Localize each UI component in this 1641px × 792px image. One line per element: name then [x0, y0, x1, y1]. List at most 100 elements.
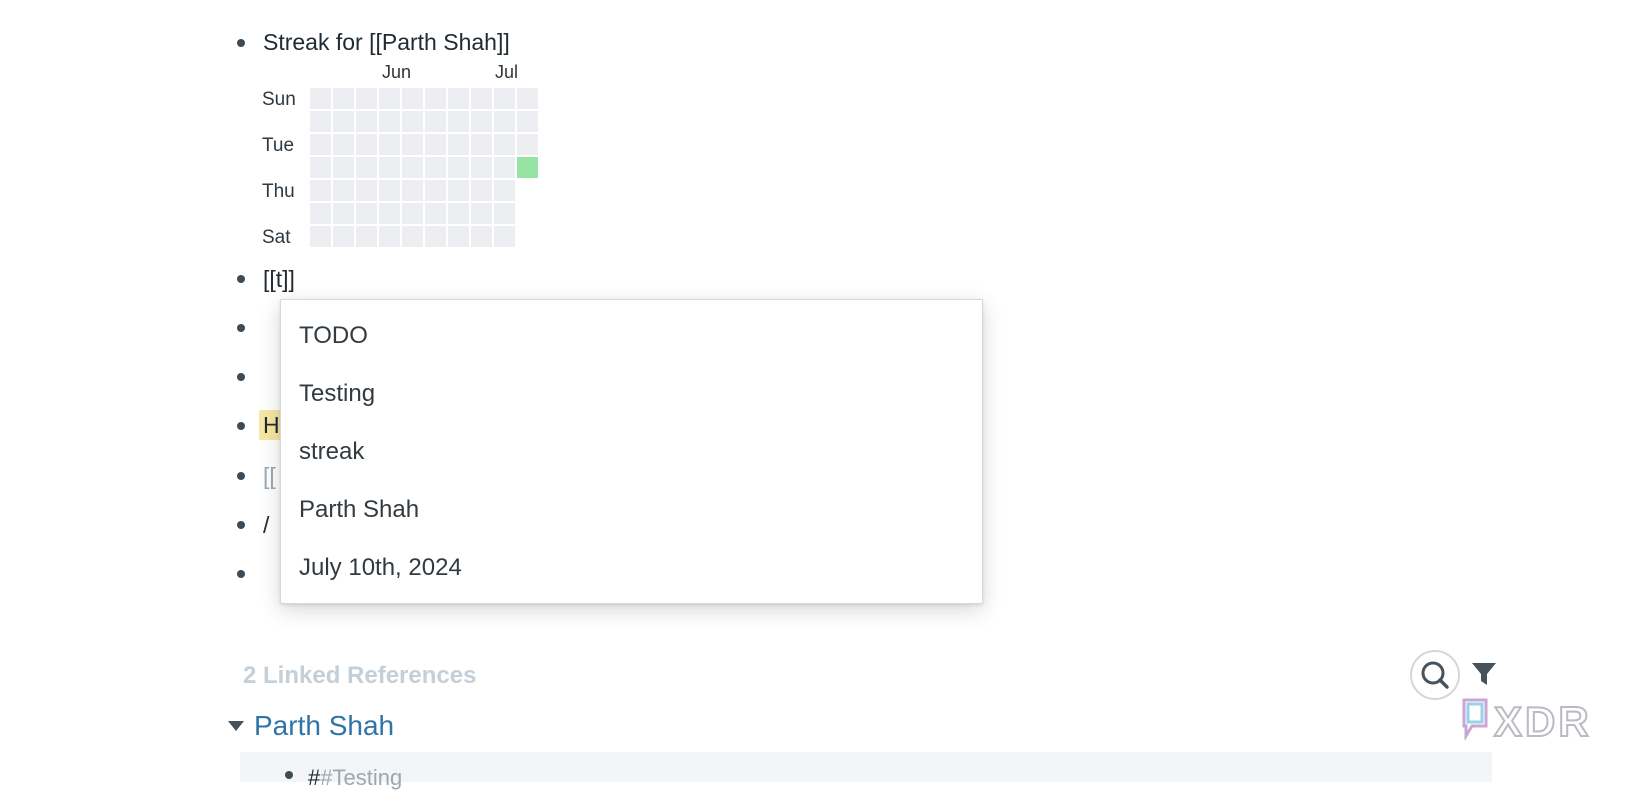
- heatmap-cell[interactable]: [471, 134, 492, 155]
- heatmap-cell[interactable]: [425, 157, 446, 178]
- heatmap-cell[interactable]: [494, 180, 515, 201]
- autocomplete-item[interactable]: TODO: [299, 316, 959, 356]
- reference-item[interactable]: ##Testing: [308, 764, 402, 792]
- heatmap-cell[interactable]: [425, 111, 446, 132]
- heatmap-cell[interactable]: [310, 111, 331, 132]
- heatmap-cell[interactable]: [471, 88, 492, 109]
- heatmap-cell[interactable]: [448, 226, 469, 247]
- heatmap-cell[interactable]: [333, 111, 354, 132]
- slash-command-text[interactable]: /: [263, 511, 269, 539]
- autocomplete-item[interactable]: July 10th, 2024: [299, 548, 959, 588]
- heatmap-cell[interactable]: [471, 111, 492, 132]
- heatmap-cell[interactable]: [402, 226, 423, 247]
- heatmap-cell[interactable]: [333, 180, 354, 201]
- heatmap-cell[interactable]: [402, 111, 423, 132]
- heatmap-cell[interactable]: [425, 180, 446, 201]
- heatmap-cell[interactable]: [356, 157, 377, 178]
- heatmap-cell[interactable]: [379, 88, 400, 109]
- heatmap-cell[interactable]: [494, 157, 515, 178]
- heatmap-cell[interactable]: [494, 226, 515, 247]
- autocomplete-item[interactable]: Parth Shah: [299, 490, 959, 530]
- block-bullet[interactable]: [237, 39, 245, 47]
- heatmap-cell[interactable]: [402, 203, 423, 224]
- heatmap-cell[interactable]: [379, 203, 400, 224]
- search-references-button[interactable]: [1410, 650, 1460, 700]
- heatmap-cell[interactable]: [425, 226, 446, 247]
- heatmap-cell[interactable]: [310, 157, 331, 178]
- heatmap-cell[interactable]: [356, 226, 377, 247]
- heatmap-cell[interactable]: [448, 157, 469, 178]
- heatmap-cell[interactable]: [333, 134, 354, 155]
- heatmap-cell[interactable]: [379, 157, 400, 178]
- block-bullet[interactable]: [237, 324, 245, 332]
- block-bullet[interactable]: [237, 422, 245, 430]
- heatmap-cell[interactable]: [494, 88, 515, 109]
- heatmap-cell[interactable]: [402, 180, 423, 201]
- heatmap-cell[interactable]: [471, 203, 492, 224]
- page-link-t[interactable]: [[t]]: [263, 265, 295, 293]
- heatmap-cell[interactable]: [471, 226, 492, 247]
- linked-references-title: 2 Linked References: [243, 662, 477, 689]
- streak-heatmap: [310, 88, 550, 250]
- heatmap-cell[interactable]: [471, 157, 492, 178]
- heatmap-cell[interactable]: [310, 134, 331, 155]
- heatmap-cell[interactable]: [379, 180, 400, 201]
- caret-down-icon[interactable]: [227, 719, 245, 733]
- heatmap-cell[interactable]: [517, 134, 538, 155]
- heatmap-cell[interactable]: [448, 111, 469, 132]
- block-bullet[interactable]: [237, 521, 245, 529]
- heatmap-cell[interactable]: [448, 203, 469, 224]
- heatmap-cell[interactable]: [333, 226, 354, 247]
- month-label-jun: Jun: [382, 62, 412, 82]
- heatmap-cell[interactable]: [379, 111, 400, 132]
- heatmap-cell[interactable]: [494, 111, 515, 132]
- heatmap-cell[interactable]: [356, 111, 377, 132]
- heatmap-cell[interactable]: [448, 180, 469, 201]
- heatmap-cell[interactable]: [310, 226, 331, 247]
- heatmap-cell[interactable]: [517, 111, 538, 132]
- heatmap-cell[interactable]: [356, 134, 377, 155]
- autocomplete-item[interactable]: Testing: [299, 374, 959, 414]
- heatmap-cell[interactable]: [494, 203, 515, 224]
- heatmap-cell[interactable]: [425, 88, 446, 109]
- heatmap-cell[interactable]: [333, 203, 354, 224]
- heatmap-cell[interactable]: [356, 203, 377, 224]
- heatmap-cell[interactable]: [494, 134, 515, 155]
- heatmap-cell[interactable]: [310, 180, 331, 201]
- day-label-thu: Thu: [262, 181, 295, 202]
- heatmap-cell[interactable]: [333, 88, 354, 109]
- block-bullet[interactable]: [237, 373, 245, 381]
- heatmap-cell[interactable]: [425, 203, 446, 224]
- tag-link-testing[interactable]: #Testing: [320, 765, 402, 790]
- heatmap-cell[interactable]: [402, 134, 423, 155]
- heatmap-cell[interactable]: [379, 226, 400, 247]
- heatmap-cell[interactable]: [333, 157, 354, 178]
- heatmap-cell[interactable]: [379, 134, 400, 155]
- month-label-jul: Jul: [495, 62, 519, 82]
- link-input-partial[interactable]: [[: [263, 462, 276, 490]
- heatmap-cell[interactable]: [471, 180, 492, 201]
- reference-group-body: ##Testing: [240, 752, 1492, 790]
- autocomplete-item[interactable]: streak: [299, 432, 959, 472]
- watermark-text: XDR: [1493, 697, 1592, 746]
- block-bullet[interactable]: [237, 472, 245, 480]
- heatmap-cell[interactable]: [402, 157, 423, 178]
- block-bullet[interactable]: [237, 570, 245, 578]
- heatmap-cell[interactable]: [517, 88, 538, 109]
- streak-title[interactable]: Streak for [[Parth Shah]]: [263, 28, 510, 56]
- filter-icon[interactable]: [1470, 660, 1498, 688]
- reference-group-title[interactable]: Parth Shah: [254, 710, 394, 742]
- heatmap-cell[interactable]: [517, 157, 538, 178]
- heatmap-cell[interactable]: [356, 88, 377, 109]
- day-label-sat: Sat: [262, 227, 291, 248]
- heatmap-cell[interactable]: [425, 134, 446, 155]
- block-bullet[interactable]: [237, 275, 245, 283]
- block-bullet[interactable]: [285, 771, 293, 779]
- heatmap-cell[interactable]: [356, 180, 377, 201]
- heatmap-cell[interactable]: [448, 134, 469, 155]
- heatmap-cell[interactable]: [310, 88, 331, 109]
- heatmap-cell[interactable]: [448, 88, 469, 109]
- heatmap-cell[interactable]: [402, 88, 423, 109]
- search-icon: [1421, 661, 1449, 689]
- heatmap-cell[interactable]: [310, 203, 331, 224]
